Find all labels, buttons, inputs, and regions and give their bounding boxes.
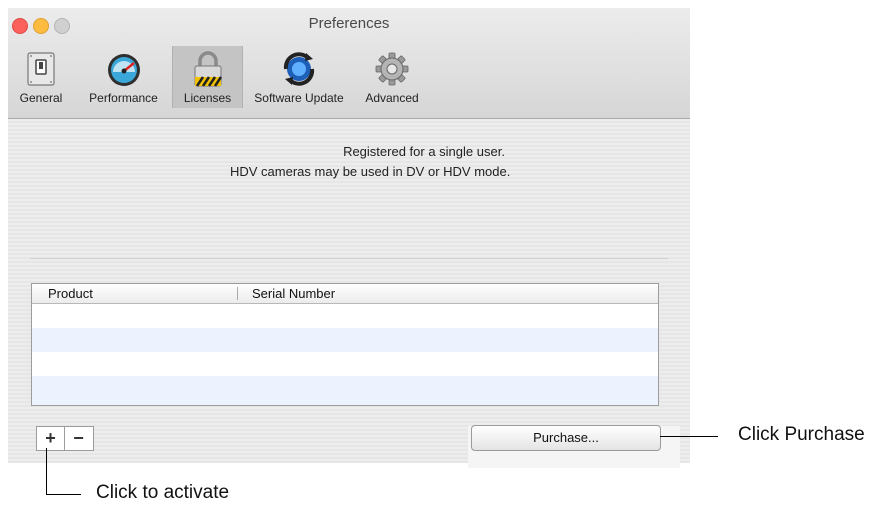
add-remove-control: + − — [36, 426, 94, 451]
table-row[interactable] — [32, 328, 658, 352]
toolbar-label: Licenses — [183, 91, 232, 105]
padlock-icon — [194, 51, 222, 87]
registration-message: Registered for a single user. — [343, 144, 505, 159]
purchase-callout-line — [660, 436, 718, 437]
toolbar-item-licenses[interactable]: Licenses — [172, 46, 243, 108]
license-table[interactable]: Product Serial Number — [31, 283, 659, 406]
switch-icon — [27, 52, 55, 86]
toolbar-item-performance[interactable]: Performance — [75, 46, 172, 108]
purchase-button[interactable]: Purchase... — [471, 425, 661, 451]
toolbar-label: Performance — [89, 91, 158, 105]
window-title: Preferences — [308, 15, 390, 32]
toolbar-item-general[interactable]: General — [8, 46, 74, 108]
toolbar-label: General — [19, 91, 63, 105]
activate-callout-line-horizontal — [46, 494, 81, 495]
sync-icon — [283, 52, 315, 86]
toolbar-item-software-update[interactable]: Software Update — [242, 46, 356, 108]
activate-callout-line-vertical — [46, 448, 47, 494]
speedometer-icon — [107, 54, 140, 86]
column-header-product[interactable]: Product — [48, 286, 93, 301]
gear-icon — [375, 52, 409, 86]
divider — [30, 258, 668, 259]
add-license-button[interactable]: + — [37, 427, 65, 450]
table-row[interactable] — [32, 352, 658, 376]
activate-callout: Click to activate — [96, 482, 230, 503]
table-row[interactable] — [32, 304, 658, 328]
hdv-message: HDV cameras may be used in DV or HDV mod… — [230, 164, 511, 179]
purchase-callout: Click Purchase — [738, 424, 865, 445]
table-header: Product Serial Number — [32, 284, 658, 304]
remove-license-button[interactable]: − — [65, 427, 92, 450]
column-header-serial-number[interactable]: Serial Number — [252, 286, 335, 301]
toolbar-item-advanced[interactable]: Advanced — [357, 46, 427, 108]
titlebar: Preferences General Performance Licenses… — [8, 8, 690, 119]
table-row[interactable] — [32, 376, 658, 405]
toolbar-label: Advanced — [365, 91, 419, 105]
toolbar-label: Software Update — [254, 91, 344, 105]
column-divider — [237, 287, 238, 300]
